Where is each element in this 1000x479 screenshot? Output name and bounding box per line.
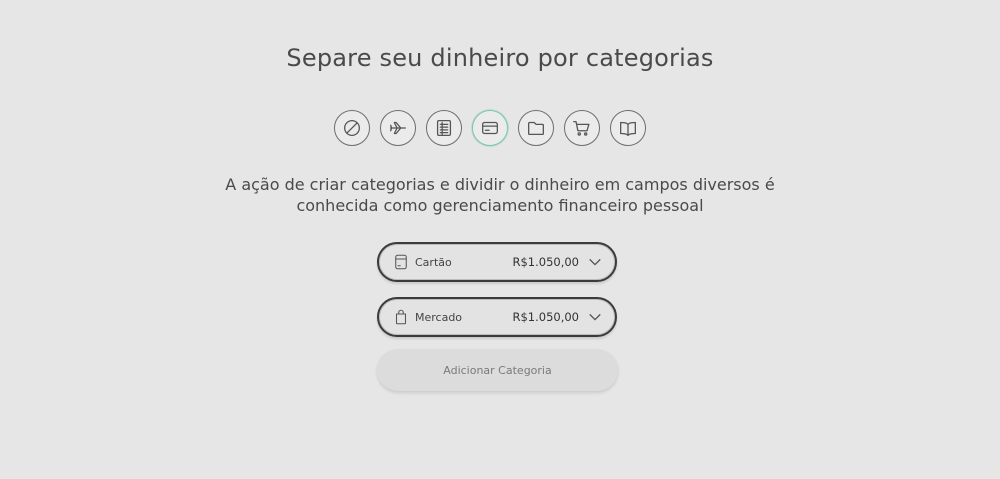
add-category-button[interactable]: Adicionar Categoria bbox=[377, 349, 618, 391]
folder-icon bbox=[528, 121, 544, 136]
icon-option-airplane[interactable] bbox=[380, 110, 416, 146]
category-name: Mercado bbox=[415, 310, 463, 324]
icon-option-list[interactable] bbox=[426, 110, 462, 146]
blocked-icon bbox=[344, 120, 360, 136]
category-name: Cartão bbox=[415, 255, 452, 269]
credit-card-icon bbox=[482, 121, 498, 135]
icon-option-shopping-cart[interactable] bbox=[564, 110, 600, 146]
icon-option-blocked[interactable] bbox=[334, 110, 370, 146]
credit-card-icon bbox=[391, 252, 411, 272]
category-amount: R$1.050,00 bbox=[512, 255, 579, 269]
category-card-cartao[interactable]: Cartão R$1.050,00 bbox=[377, 242, 617, 282]
category-icon-picker bbox=[334, 110, 664, 148]
icon-option-book[interactable] bbox=[610, 110, 646, 146]
description-line-2: conhecida como gerenciamento financeiro … bbox=[296, 196, 704, 215]
shopping-bag-icon bbox=[391, 307, 411, 327]
shopping-cart-icon bbox=[573, 120, 590, 136]
category-card-mercado[interactable]: Mercado R$1.050,00 bbox=[377, 297, 617, 337]
page-title: Separe seu dinheiro por categorias bbox=[286, 44, 714, 72]
icon-option-credit-card[interactable] bbox=[472, 110, 508, 146]
airplane-icon bbox=[390, 121, 406, 135]
book-icon bbox=[620, 121, 636, 136]
chevron-down-icon[interactable] bbox=[587, 309, 603, 325]
chevron-down-icon[interactable] bbox=[587, 254, 603, 270]
category-amount: R$1.050,00 bbox=[512, 310, 579, 324]
description: A ação de criar categorias e dividir o d… bbox=[0, 174, 1000, 216]
description-line-1: A ação de criar categorias e dividir o d… bbox=[225, 175, 775, 194]
list-icon bbox=[436, 120, 452, 136]
icon-option-folder[interactable] bbox=[518, 110, 554, 146]
